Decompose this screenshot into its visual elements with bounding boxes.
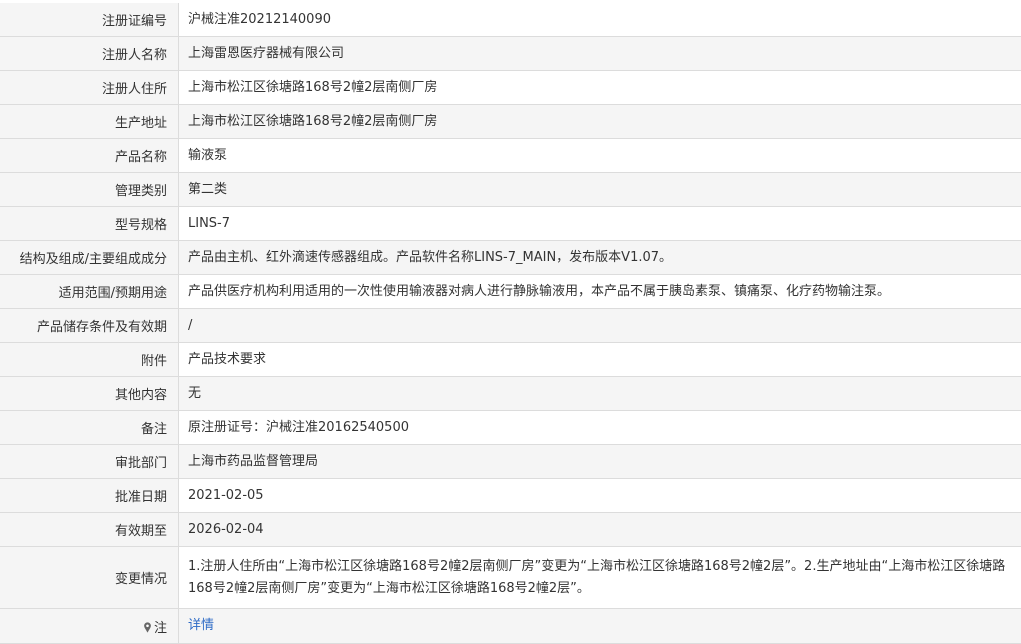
- row-value: 无: [179, 377, 1021, 411]
- row-remarks: 备注 原注册证号：沪械注准20162540500: [0, 411, 1021, 445]
- row-value: 输液泵: [179, 139, 1021, 173]
- row-value: 产品技术要求: [179, 343, 1021, 377]
- note-value-cell: 详情: [179, 609, 1021, 644]
- row-label: 适用范围/预期用途: [0, 275, 179, 309]
- row-label: 注册人住所: [0, 71, 179, 105]
- row-label: 备注: [0, 411, 179, 445]
- row-value: 原注册证号：沪械注准20162540500: [179, 411, 1021, 445]
- row-structure-composition: 结构及组成/主要组成成分 产品由主机、红外滴速传感器组成。产品软件名称LINS-…: [0, 241, 1021, 275]
- row-registration-number: 注册证编号 沪械注准20212140090: [0, 3, 1021, 37]
- row-label: 审批部门: [0, 445, 179, 479]
- row-value: 上海市松江区徐塘路168号2幢2层南侧厂房: [179, 71, 1021, 105]
- details-link[interactable]: 详情: [188, 618, 214, 633]
- row-other-content: 其他内容 无: [0, 377, 1021, 411]
- row-label: 有效期至: [0, 513, 179, 547]
- row-label: 批准日期: [0, 479, 179, 513]
- row-label: 产品名称: [0, 139, 179, 173]
- row-registrant-name: 注册人名称 上海雷恩医疗器械有限公司: [0, 37, 1021, 71]
- row-value: 产品供医疗机构利用适用的一次性使用输液器对病人进行静脉输液用，本产品不属于胰岛素…: [179, 275, 1021, 309]
- row-value: 第二类: [179, 173, 1021, 207]
- row-approval-department: 审批部门 上海市药品监督管理局: [0, 445, 1021, 479]
- note-label: 注: [154, 621, 167, 636]
- row-label: 注册证编号: [0, 3, 179, 37]
- registration-detail-table: 注册证编号 沪械注准20212140090 注册人名称 上海雷恩医疗器械有限公司…: [0, 3, 1021, 644]
- row-valid-until: 有效期至 2026-02-04: [0, 513, 1021, 547]
- row-attachment: 附件 产品技术要求: [0, 343, 1021, 377]
- row-label: 产品储存条件及有效期: [0, 309, 179, 343]
- row-value: LINS-7: [179, 207, 1021, 241]
- row-note: 注 详情: [0, 609, 1021, 644]
- row-model-spec: 型号规格 LINS-7: [0, 207, 1021, 241]
- row-change-history: 变更情况 1.注册人住所由“上海市松江区徐塘路168号2幢2层南侧厂房”变更为“…: [0, 547, 1021, 609]
- row-label: 注册人名称: [0, 37, 179, 71]
- row-value: 1.注册人住所由“上海市松江区徐塘路168号2幢2层南侧厂房”变更为“上海市松江…: [179, 547, 1021, 609]
- row-value: 上海市松江区徐塘路168号2幢2层南侧厂房: [179, 105, 1021, 139]
- row-value: 产品由主机、红外滴速传感器组成。产品软件名称LINS-7_MAIN，发布版本V1…: [179, 241, 1021, 275]
- pin-icon: [143, 622, 152, 633]
- row-label: 型号规格: [0, 207, 179, 241]
- row-product-name: 产品名称 输液泵: [0, 139, 1021, 173]
- row-approval-date: 批准日期 2021-02-05: [0, 479, 1021, 513]
- row-label: 生产地址: [0, 105, 179, 139]
- row-storage-validity: 产品储存条件及有效期 /: [0, 309, 1021, 343]
- row-value: /: [179, 309, 1021, 343]
- row-value: 沪械注准20212140090: [179, 3, 1021, 37]
- row-label: 管理类别: [0, 173, 179, 207]
- row-label: 其他内容: [0, 377, 179, 411]
- row-management-category: 管理类别 第二类: [0, 173, 1021, 207]
- note-label-cell: 注: [0, 609, 179, 644]
- row-value: 2026-02-04: [179, 513, 1021, 547]
- row-value: 上海雷恩医疗器械有限公司: [179, 37, 1021, 71]
- row-label: 结构及组成/主要组成成分: [0, 241, 179, 275]
- row-value: 2021-02-05: [179, 479, 1021, 513]
- row-intended-use: 适用范围/预期用途 产品供医疗机构利用适用的一次性使用输液器对病人进行静脉输液用…: [0, 275, 1021, 309]
- row-label: 附件: [0, 343, 179, 377]
- row-label: 变更情况: [0, 547, 179, 609]
- row-value: 上海市药品监督管理局: [179, 445, 1021, 479]
- row-registrant-address: 注册人住所 上海市松江区徐塘路168号2幢2层南侧厂房: [0, 71, 1021, 105]
- row-production-address: 生产地址 上海市松江区徐塘路168号2幢2层南侧厂房: [0, 105, 1021, 139]
